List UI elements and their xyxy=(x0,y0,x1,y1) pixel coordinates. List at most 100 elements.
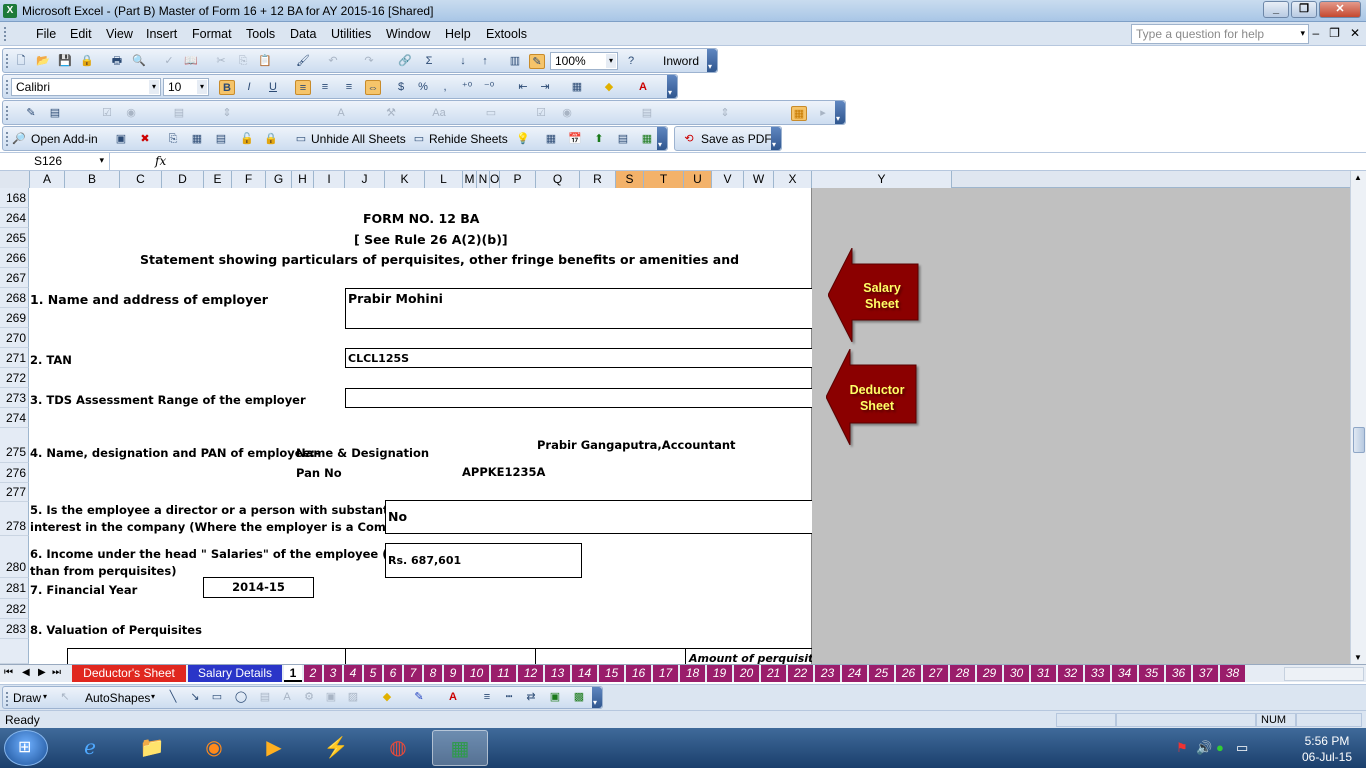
column-header[interactable]: C xyxy=(120,171,162,188)
frame-icon[interactable]: ▭ xyxy=(483,106,499,121)
tab-sheet-30[interactable]: 30 xyxy=(1004,665,1029,682)
menu-window[interactable]: Window xyxy=(386,27,430,41)
first-sheet-icon[interactable]: ⏮ xyxy=(4,667,13,678)
tds-range-field[interactable] xyxy=(345,388,813,408)
calendar-icon[interactable]: 📅 xyxy=(567,132,583,147)
clipart-icon[interactable]: ▣ xyxy=(323,690,339,705)
toolbar-options-icon[interactable] xyxy=(707,49,717,72)
font-name-select[interactable]: Calibri ▾ xyxy=(11,78,161,96)
tab-sheet-25[interactable]: 25 xyxy=(869,665,894,682)
salary-income-field[interactable]: Rs. 687,601 xyxy=(385,543,582,578)
select-objects-icon[interactable]: ↖ xyxy=(57,690,73,705)
last-sheet-icon[interactable]: ⏭ xyxy=(52,667,61,678)
tab-sheet-6[interactable]: 6 xyxy=(384,665,402,682)
column-header[interactable]: A xyxy=(30,171,65,188)
format-painter-icon[interactable]: 🖌 xyxy=(295,54,311,69)
calculator-icon[interactable]: ▤ xyxy=(615,132,631,147)
menu-edit[interactable]: Edit xyxy=(70,27,92,41)
toolbar-options-icon[interactable] xyxy=(667,75,677,98)
function-icon[interactable]: fx xyxy=(155,154,166,168)
toolbar-grip[interactable] xyxy=(4,27,7,41)
font-color-icon[interactable]: A xyxy=(635,80,651,95)
scroll-down-icon[interactable]: ▼ xyxy=(1354,653,1362,662)
spinner-icon[interactable]: ⇕ xyxy=(717,106,733,121)
italic-icon[interactable]: I xyxy=(241,80,257,95)
tab-deductors-sheet[interactable]: Deductor's Sheet xyxy=(72,665,186,682)
tab-sheet-21[interactable]: 21 xyxy=(761,665,786,682)
bold-icon[interactable]: B xyxy=(219,80,235,95)
print-icon[interactable]: 🖶 xyxy=(109,54,125,69)
tab-salary-details[interactable]: Salary Details xyxy=(188,665,282,682)
picture-icon[interactable]: ▨ xyxy=(345,690,361,705)
currency-icon[interactable]: $ xyxy=(393,80,409,95)
column-header[interactable]: D xyxy=(162,171,204,188)
label-a-icon[interactable]: A xyxy=(333,106,349,121)
tab-sheet-15[interactable]: 15 xyxy=(599,665,624,682)
save-as-pdf-button[interactable]: Save as PDF xyxy=(701,132,772,146)
form-sheet-area[interactable]: FORM NO. 12 BA [ See Rule 26 A(2)(b)] St… xyxy=(30,188,821,664)
select-all-corner[interactable] xyxy=(0,171,30,188)
tab-sheet-13[interactable]: 13 xyxy=(545,665,570,682)
diagram-icon[interactable]: ⚙ xyxy=(301,690,317,705)
sort-descending-icon[interactable]: ↑ xyxy=(477,54,493,69)
utility-app-icon[interactable]: ⚡ xyxy=(308,730,364,766)
chevron-down-icon[interactable]: ▾ xyxy=(99,155,104,166)
menu-data[interactable]: Data xyxy=(290,27,316,41)
chart-wizard-icon[interactable]: ▥ xyxy=(507,54,523,69)
tab-sheet-28[interactable]: 28 xyxy=(950,665,975,682)
research-icon[interactable]: 📖 xyxy=(183,54,199,69)
row-header[interactable]: 274 xyxy=(0,408,29,428)
column-header[interactable]: R xyxy=(580,171,616,188)
menu-format[interactable]: Format xyxy=(192,27,232,41)
tab-sheet-2[interactable]: 2 xyxy=(304,665,322,682)
row-header[interactable]: 281 xyxy=(0,578,29,599)
fill-color-icon[interactable]: ◆ xyxy=(379,690,395,705)
chevron-down-icon[interactable]: ▾ xyxy=(197,80,207,94)
decrease-indent-icon[interactable]: ⇤ xyxy=(515,80,531,95)
permission-icon[interactable]: 🔒 xyxy=(79,54,95,69)
arrow-icon[interactable]: ↘ xyxy=(187,690,203,705)
tab-sheet-24[interactable]: 24 xyxy=(842,665,867,682)
sheet-settings-icon[interactable]: ▤ xyxy=(213,132,229,147)
status-green-icon[interactable]: ● xyxy=(1216,740,1224,755)
tab-sheet-1[interactable]: 1 xyxy=(284,665,302,682)
grid-green-icon[interactable]: ▦ xyxy=(639,132,655,147)
tab-sheet-19[interactable]: 19 xyxy=(707,665,732,682)
column-header-selected[interactable]: S xyxy=(616,171,644,188)
paste-icon[interactable]: 📋 xyxy=(257,54,273,69)
font-color-icon[interactable]: A xyxy=(445,690,461,705)
align-right-icon[interactable]: ≡ xyxy=(341,80,357,95)
vertical-scrollbar[interactable]: ▲ ▼ xyxy=(1350,171,1366,664)
checkbox-icon[interactable]: ☑ xyxy=(533,106,549,121)
option-button-icon[interactable]: ◉ xyxy=(123,106,139,121)
tab-sheet-9[interactable]: 9 xyxy=(444,665,462,682)
pdf-icon[interactable]: ⟲ xyxy=(681,132,697,147)
menu-insert[interactable]: Insert xyxy=(146,27,177,41)
fill-color-icon[interactable]: ◆ xyxy=(601,80,617,95)
toolbar-grip[interactable] xyxy=(6,80,9,94)
radio-icon[interactable]: ◉ xyxy=(559,106,575,121)
tab-sheet-23[interactable]: 23 xyxy=(815,665,840,682)
display-icon[interactable]: ▭ xyxy=(1236,740,1248,756)
tab-sheet-5[interactable]: 5 xyxy=(364,665,382,682)
financial-year-field[interactable]: 2014-15 xyxy=(203,577,314,598)
table-icon[interactable]: ▦ xyxy=(543,132,559,147)
menu-tools[interactable]: Tools xyxy=(246,27,275,41)
edit-box-tool-icon[interactable]: ▤ xyxy=(47,106,63,121)
column-header[interactable]: V xyxy=(712,171,744,188)
tab-sheet-10[interactable]: 10 xyxy=(464,665,489,682)
toolbar-options-icon[interactable] xyxy=(592,687,602,708)
redo-icon[interactable]: ↷ xyxy=(361,54,377,69)
scroll-bar-icon[interactable]: ⇕ xyxy=(219,106,235,121)
new-icon[interactable]: 🗋 xyxy=(13,54,29,69)
tab-sheet-37[interactable]: 37 xyxy=(1193,665,1218,682)
arrow-style-icon[interactable]: ⇄ xyxy=(523,690,539,705)
clock[interactable]: 5:56 PM 06-Jul-15 xyxy=(1302,733,1352,765)
textbox-icon[interactable]: ▤ xyxy=(257,690,273,705)
run-dialog-icon[interactable]: ▸ xyxy=(815,106,831,121)
tab-sheet-38[interactable]: 38 xyxy=(1220,665,1245,682)
toolbar-options-icon[interactable] xyxy=(657,127,667,150)
tab-sheet-32[interactable]: 32 xyxy=(1058,665,1083,682)
tab-sheet-17[interactable]: 17 xyxy=(653,665,678,682)
menu-help[interactable]: Help xyxy=(445,27,471,41)
